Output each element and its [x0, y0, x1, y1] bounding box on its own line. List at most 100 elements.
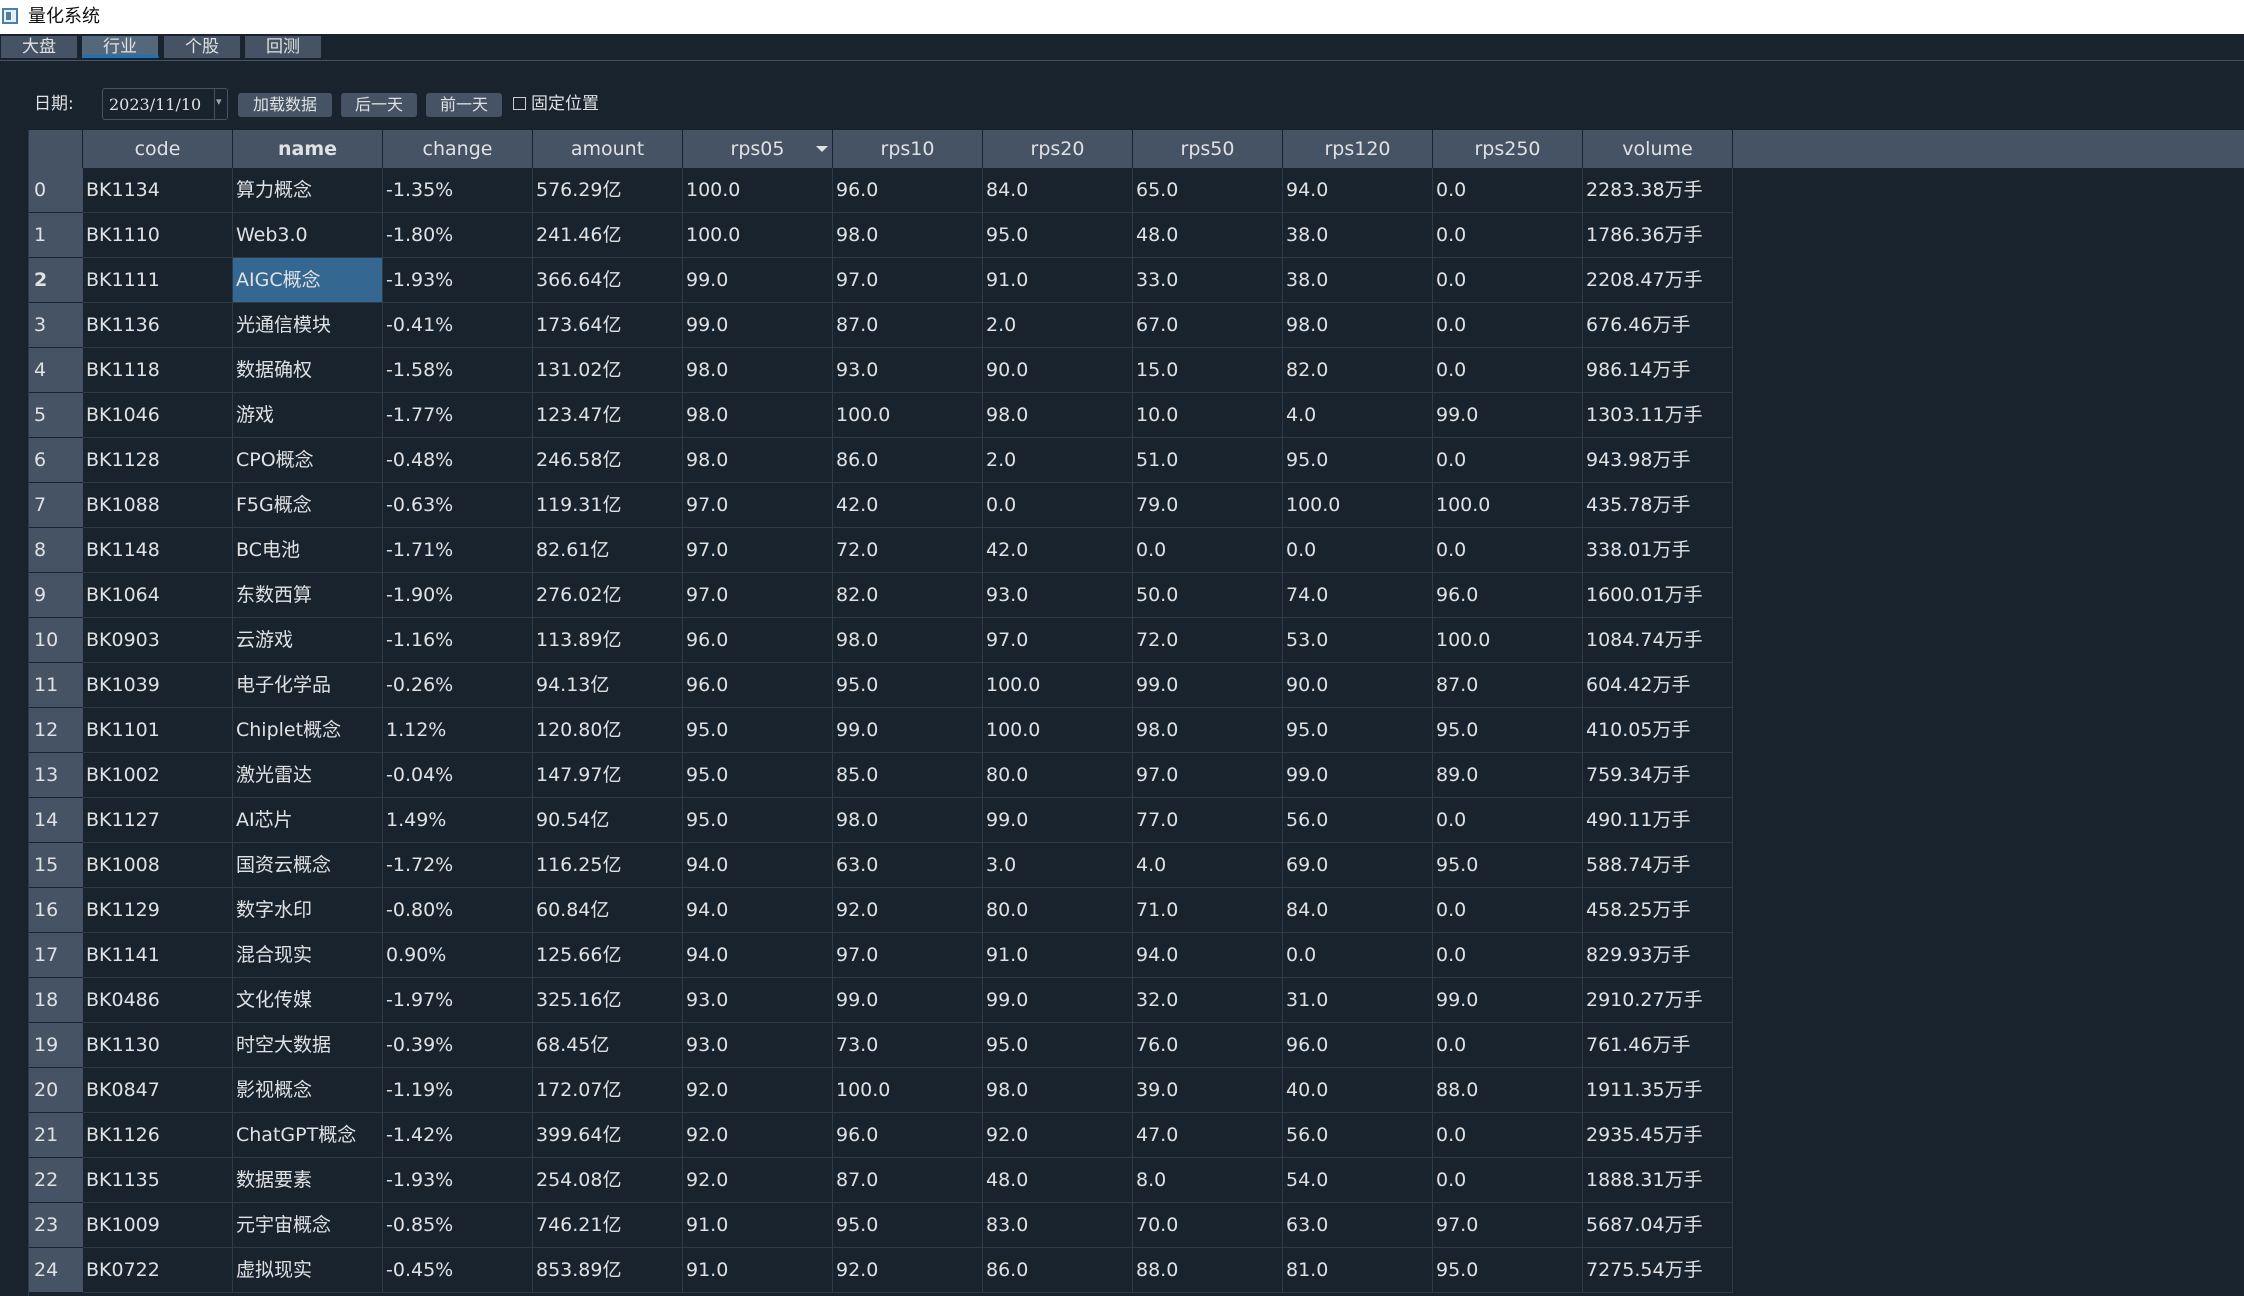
cell-volume[interactable]: 338.01万手: [1583, 528, 1733, 573]
table-row[interactable]: 22 BK1135 数据要素 -1.93% 254.08亿 92.0 87.0 48.0 8.0…: [29, 1158, 2244, 1203]
cell-amount[interactable]: 254.08亿: [533, 1158, 683, 1203]
cell-code[interactable]: BK0847: [83, 1068, 233, 1113]
cell-amount[interactable]: 366.64亿: [533, 258, 683, 303]
table-row[interactable]: 4 BK1118 数据确权 -1.58% 131.02亿 98.0 93.0 90.0 15.0…: [29, 348, 2244, 393]
cell-rps20[interactable]: 2.0: [983, 303, 1133, 348]
cell-change[interactable]: -1.77%: [383, 393, 533, 438]
cell-code[interactable]: BK1135: [83, 1158, 233, 1203]
cell-volume[interactable]: 588.74万手: [1583, 843, 1733, 888]
column-header-code[interactable]: code: [83, 130, 233, 168]
cell-code[interactable]: BK1101: [83, 708, 233, 753]
table-row[interactable]: 24 BK0722 虚拟现实 -0.45% 853.89亿 91.0 92.0 86.0 88.…: [29, 1248, 2244, 1293]
cell-rps250[interactable]: 89.0: [1433, 753, 1583, 798]
cell-name[interactable]: 数据确权: [233, 348, 383, 393]
cell-rps10[interactable]: 92.0: [833, 888, 983, 933]
cell-rps20[interactable]: 3.0: [983, 843, 1133, 888]
cell-rps10[interactable]: 73.0: [833, 1023, 983, 1068]
cell-name[interactable]: 光通信模块: [233, 303, 383, 348]
cell-amount[interactable]: 131.02亿: [533, 348, 683, 393]
cell-rps120[interactable]: 31.0: [1283, 978, 1433, 1023]
cell-rps10[interactable]: 98.0: [833, 213, 983, 258]
cell-volume[interactable]: 604.42万手: [1583, 663, 1733, 708]
cell-rps120[interactable]: 95.0: [1283, 438, 1433, 483]
cell-rps20[interactable]: 100.0: [983, 708, 1133, 753]
cell-rps250[interactable]: 0.0: [1433, 528, 1583, 573]
cell-rps05[interactable]: 99.0: [683, 258, 833, 303]
cell-name[interactable]: 东数西算: [233, 573, 383, 618]
cell-rps120[interactable]: 82.0: [1283, 348, 1433, 393]
cell-code[interactable]: BK1110: [83, 213, 233, 258]
cell-change[interactable]: -0.26%: [383, 663, 533, 708]
cell-rps250[interactable]: 97.0: [1433, 1203, 1583, 1248]
cell-code[interactable]: BK1128: [83, 438, 233, 483]
cell-change[interactable]: -0.04%: [383, 753, 533, 798]
cell-rps120[interactable]: 100.0: [1283, 483, 1433, 528]
cell-rps10[interactable]: 99.0: [833, 978, 983, 1023]
table-row[interactable]: 9 BK1064 东数西算 -1.90% 276.02亿 97.0 82.0 93.0 50.0…: [29, 573, 2244, 618]
cell-change[interactable]: -0.39%: [383, 1023, 533, 1068]
cell-rps10[interactable]: 85.0: [833, 753, 983, 798]
cell-rps10[interactable]: 87.0: [833, 1158, 983, 1203]
table-row[interactable]: 16 BK1129 数字水印 -0.80% 60.84亿 94.0 92.0 80.0 71.0…: [29, 888, 2244, 933]
cell-change[interactable]: -1.93%: [383, 1158, 533, 1203]
cell-rps05[interactable]: 98.0: [683, 348, 833, 393]
cell-rps250[interactable]: 96.0: [1433, 573, 1583, 618]
cell-rps10[interactable]: 96.0: [833, 1113, 983, 1158]
cell-amount[interactable]: 576.29亿: [533, 168, 683, 213]
cell-rps50[interactable]: 97.0: [1133, 753, 1283, 798]
cell-rps05[interactable]: 100.0: [683, 213, 833, 258]
cell-rps250[interactable]: 95.0: [1433, 1248, 1583, 1293]
table-row[interactable]: 15 BK1008 国资云概念 -1.72% 116.25亿 94.0 63.0 3.0 4.0…: [29, 843, 2244, 888]
column-header-rps05[interactable]: rps05: [683, 130, 833, 168]
cell-rps250[interactable]: 0.0: [1433, 933, 1583, 978]
cell-code[interactable]: BK1148: [83, 528, 233, 573]
cell-volume[interactable]: 676.46万手: [1583, 303, 1733, 348]
cell-amount[interactable]: 116.25亿: [533, 843, 683, 888]
row-header[interactable]: 22: [29, 1158, 83, 1203]
cell-name[interactable]: Chiplet概念: [233, 708, 383, 753]
cell-rps20[interactable]: 42.0: [983, 528, 1133, 573]
cell-change[interactable]: -1.72%: [383, 843, 533, 888]
table-row[interactable]: 0 BK1134 算力概念 -1.35% 576.29亿 100.0 96.0 84.0 65.…: [29, 168, 2244, 213]
cell-rps20[interactable]: 93.0: [983, 573, 1133, 618]
table-row[interactable]: 23 BK1009 元宇宙概念 -0.85% 746.21亿 91.0 95.0 83.0 70…: [29, 1203, 2244, 1248]
cell-volume[interactable]: 1786.36万手: [1583, 213, 1733, 258]
cell-name[interactable]: BC电池: [233, 528, 383, 573]
cell-rps05[interactable]: 91.0: [683, 1203, 833, 1248]
cell-change[interactable]: -0.41%: [383, 303, 533, 348]
cell-code[interactable]: BK1118: [83, 348, 233, 393]
cell-rps120[interactable]: 63.0: [1283, 1203, 1433, 1248]
cell-name[interactable]: 时空大数据: [233, 1023, 383, 1068]
cell-rps250[interactable]: 0.0: [1433, 1158, 1583, 1203]
cell-rps05[interactable]: 96.0: [683, 663, 833, 708]
cell-name[interactable]: 元宇宙概念: [233, 1203, 383, 1248]
cell-rps250[interactable]: 99.0: [1433, 978, 1583, 1023]
table-row[interactable]: 2 BK1111 AIGC概念 -1.93% 366.64亿 99.0 97.0 91.0 33…: [29, 258, 2244, 303]
cell-rps120[interactable]: 96.0: [1283, 1023, 1433, 1068]
table-row[interactable]: 19 BK1130 时空大数据 -0.39% 68.45亿 93.0 73.0 95.0 76.…: [29, 1023, 2244, 1068]
cell-name[interactable]: CPO概念: [233, 438, 383, 483]
date-input[interactable]: 2023/11/10: [102, 88, 228, 120]
cell-name[interactable]: 数据要素: [233, 1158, 383, 1203]
cell-rps05[interactable]: 96.0: [683, 618, 833, 663]
cell-amount[interactable]: 399.64亿: [533, 1113, 683, 1158]
cell-change[interactable]: -1.16%: [383, 618, 533, 663]
cell-change[interactable]: -1.71%: [383, 528, 533, 573]
cell-volume[interactable]: 1911.35万手: [1583, 1068, 1733, 1113]
cell-rps50[interactable]: 39.0: [1133, 1068, 1283, 1113]
cell-change[interactable]: -1.90%: [383, 573, 533, 618]
column-header-amount[interactable]: amount: [533, 130, 683, 168]
cell-rps10[interactable]: 98.0: [833, 618, 983, 663]
cell-amount[interactable]: 125.66亿: [533, 933, 683, 978]
cell-name[interactable]: 算力概念: [233, 168, 383, 213]
cell-amount[interactable]: 82.61亿: [533, 528, 683, 573]
cell-rps05[interactable]: 92.0: [683, 1158, 833, 1203]
cell-rps05[interactable]: 99.0: [683, 303, 833, 348]
cell-rps50[interactable]: 98.0: [1133, 708, 1283, 753]
row-header[interactable]: 24: [29, 1248, 83, 1293]
cell-rps20[interactable]: 91.0: [983, 258, 1133, 303]
cell-rps50[interactable]: 15.0: [1133, 348, 1283, 393]
cell-volume[interactable]: 986.14万手: [1583, 348, 1733, 393]
cell-rps10[interactable]: 99.0: [833, 708, 983, 753]
cell-code[interactable]: BK1141: [83, 933, 233, 978]
